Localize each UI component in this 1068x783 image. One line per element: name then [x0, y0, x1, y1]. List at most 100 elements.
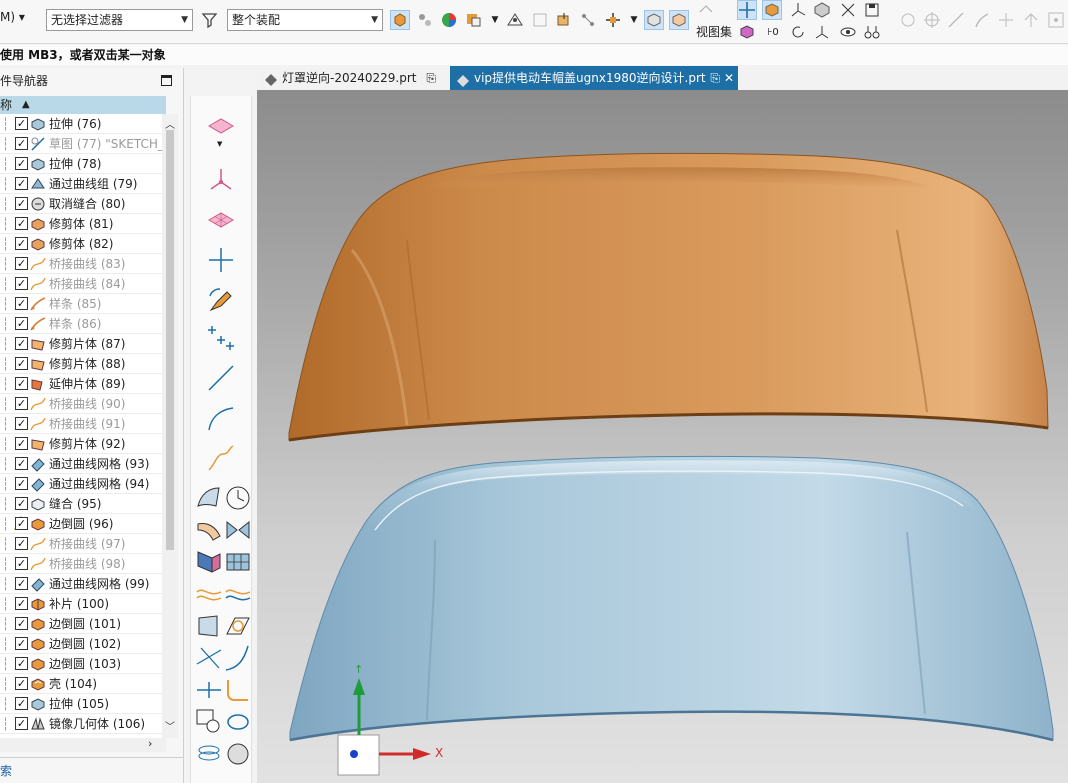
visibility-checkbox[interactable]: ✓ — [15, 357, 28, 370]
scroll-thumb[interactable] — [166, 130, 174, 550]
intersection-curve-icon[interactable] — [195, 644, 223, 672]
loop-curve-icon[interactable] — [224, 708, 252, 736]
close-tab-icon[interactable]: ✕ — [724, 68, 734, 88]
feature-row[interactable]: ┆ ✓ 延伸片体 (89) — [0, 374, 162, 394]
visibility-checkbox[interactable]: ✓ — [15, 217, 28, 230]
point-set-icon[interactable] — [207, 324, 235, 352]
binoculars-icon[interactable] — [862, 22, 882, 42]
visibility-checkbox[interactable]: ✓ — [15, 657, 28, 670]
feature-row[interactable]: ┆ ✓ 样条 (86) — [0, 314, 162, 334]
show-hide-icon[interactable] — [554, 10, 574, 30]
visibility-checkbox[interactable]: ✓ — [15, 277, 28, 290]
eye-icon[interactable] — [838, 22, 858, 42]
visibility-checkbox[interactable]: ✓ — [15, 477, 28, 490]
feature-row[interactable]: ┆ ✓ 缝合 (95) — [0, 494, 162, 514]
assembly-scope-dropdown[interactable]: 整个装配 ▼ — [227, 9, 383, 31]
visibility-checkbox[interactable]: ✓ — [15, 317, 28, 330]
graphics-viewport[interactable]: ↑ X — [257, 90, 1068, 783]
scroll-up-icon[interactable]: ︿ — [165, 116, 175, 131]
navigator-search-link[interactable]: 搜索 — [0, 762, 12, 779]
chevron-down-icon[interactable]: ▼ — [485, 10, 505, 30]
offset-curve-2-icon[interactable] — [224, 580, 252, 608]
feature-row[interactable]: ┆ ✓ 修剪片体 (87) — [0, 334, 162, 354]
feature-row[interactable]: ┆ ✓ 边倒圆 (101) — [0, 614, 162, 634]
color-wheel-icon[interactable] — [439, 10, 459, 30]
feature-row[interactable]: ┆ ✓ 桥接曲线 (98) — [0, 554, 162, 574]
visibility-checkbox[interactable]: ✓ — [15, 417, 28, 430]
trim-sheet-tool-icon[interactable] — [195, 612, 223, 640]
surface-icon[interactable] — [195, 484, 223, 512]
circle-on-face-icon[interactable] — [224, 612, 252, 640]
feature-row[interactable]: ┆ ✓ 取消缝合 (80) — [0, 194, 162, 214]
datum-csys-icon[interactable] — [207, 166, 235, 194]
visibility-checkbox[interactable]: ✓ — [15, 297, 28, 310]
orient-wcs-icon[interactable] — [603, 10, 623, 30]
view-set-label[interactable]: 视图集 — [696, 23, 732, 40]
point-icon[interactable] — [207, 246, 235, 274]
visibility-checkbox[interactable]: ✓ — [15, 557, 28, 570]
helix-icon[interactable] — [195, 740, 223, 768]
fillet-curve-icon[interactable] — [224, 676, 252, 704]
visibility-checkbox[interactable]: ✓ — [15, 457, 28, 470]
visibility-checkbox[interactable]: ✓ — [15, 637, 28, 650]
visibility-checkbox[interactable]: ✓ — [15, 137, 28, 150]
feature-row[interactable]: ┆ ✓ 桥接曲线 (83) — [0, 254, 162, 274]
scroll-right-icon[interactable]: › — [148, 737, 152, 750]
navigator-horizontal-scrollbar[interactable]: › — [0, 737, 166, 752]
feature-row[interactable]: ┆ ✓ 边倒圆 (102) — [0, 634, 162, 654]
move-component-icon[interactable] — [737, 0, 757, 20]
feature-row[interactable]: ┆ ✓ 拉伸 (78) — [0, 154, 162, 174]
wireframe-view-icon[interactable] — [669, 10, 689, 30]
feature-row[interactable]: ┆ ✓ 镜像几何体 (106) — [0, 714, 162, 734]
feature-row[interactable]: ┆ ✓ 拉伸 (105) — [0, 694, 162, 714]
visibility-checkbox[interactable]: ✓ — [15, 617, 28, 630]
deselect-icon[interactable] — [530, 10, 550, 30]
visibility-checkbox[interactable]: ✓ — [15, 197, 28, 210]
feature-row[interactable]: ┆ ✓ 修剪片体 (92) — [0, 434, 162, 454]
scan-mesh-body[interactable] — [288, 152, 1049, 442]
visibility-checkbox[interactable]: ✓ — [15, 717, 28, 730]
feature-tree[interactable]: ┆ ✓ 拉伸 (76) ┆ ✓ 草图 (77) "SKETCH_ ┆ ✓ 拉伸 (78) ┆ ✓ 通过… — [0, 114, 162, 738]
tab-lamp-cover[interactable]: 灯罩逆向-20240229.prt ⎘ — [258, 68, 444, 90]
feature-select-icon[interactable] — [390, 10, 410, 30]
feature-row[interactable]: ┆ ✓ 桥接曲线 (84) — [0, 274, 162, 294]
feature-row[interactable]: ┆ ✓ 修剪体 (82) — [0, 234, 162, 254]
feature-row[interactable]: ┆ ✓ 通过曲线网格 (93) — [0, 454, 162, 474]
snap-point-on-face-icon[interactable] — [1046, 10, 1066, 30]
split-curve-icon[interactable] — [195, 676, 223, 704]
visibility-checkbox[interactable]: ✓ — [15, 677, 28, 690]
spline-curve-icon[interactable] — [207, 444, 235, 472]
tab-helmet-cover[interactable]: vip提供电动车帽盖ugnx1980逆向设计.prt ⎘ ✕ — [450, 66, 738, 90]
feature-row[interactable]: ┆ ✓ 补片 (100) — [0, 594, 162, 614]
variational-sweep-icon[interactable] — [224, 516, 252, 544]
menu-button[interactable]: M) ▾ — [0, 10, 25, 24]
axis-triad-icon[interactable] — [812, 22, 832, 42]
visibility-checkbox[interactable]: ✓ — [15, 517, 28, 530]
snap-perpendicular-icon[interactable] — [1021, 10, 1041, 30]
snap-endpoint-icon[interactable] — [578, 10, 598, 30]
visibility-checkbox[interactable]: ✓ — [15, 597, 28, 610]
datum-plane-icon[interactable] — [207, 112, 235, 140]
visibility-checkbox[interactable]: ✓ — [15, 377, 28, 390]
visibility-checkbox[interactable]: ✓ — [15, 397, 28, 410]
feature-row[interactable]: ┆ ✓ 样条 (85) — [0, 294, 162, 314]
feature-row[interactable]: ┆ ✓ 修剪片体 (88) — [0, 354, 162, 374]
scroll-down-icon[interactable]: ﹀ — [165, 718, 175, 733]
snap-line-icon[interactable] — [946, 10, 966, 30]
measure-body-icon[interactable] — [812, 0, 832, 20]
visibility-checkbox[interactable]: ✓ — [15, 577, 28, 590]
grid-plane-icon[interactable] — [207, 206, 235, 234]
filter-funnel-icon[interactable] — [200, 10, 220, 30]
datum-icon[interactable] — [838, 0, 858, 20]
save-icon[interactable] — [862, 0, 882, 20]
isoparametric-curve-icon[interactable] — [224, 644, 252, 672]
shaded-view-icon[interactable] — [644, 10, 664, 30]
snap-point-icon[interactable] — [505, 10, 525, 30]
visibility-checkbox[interactable]: ✓ — [15, 697, 28, 710]
feature-row[interactable]: ┆ ✓ 边倒圆 (96) — [0, 514, 162, 534]
label-icon[interactable]: ⊦0 — [763, 22, 783, 42]
feature-row[interactable]: ┆ ✓ 草图 (77) "SKETCH_ — [0, 134, 162, 154]
feature-row[interactable]: ┆ ✓ 修剪体 (81) — [0, 214, 162, 234]
rotate-icon[interactable] — [788, 22, 808, 42]
line-icon[interactable] — [207, 364, 235, 392]
